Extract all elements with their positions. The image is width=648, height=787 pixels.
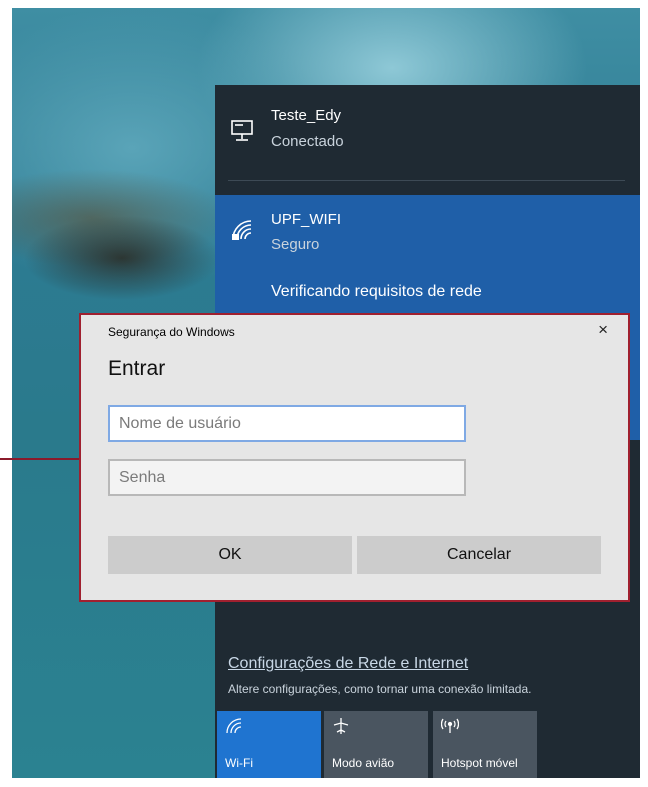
mobile-hotspot-tile[interactable]: Hotspot móvel: [433, 711, 537, 778]
password-input[interactable]: [108, 459, 466, 496]
windows-security-dialog: Segurança do Windows × Entrar OK Cancela…: [79, 313, 630, 602]
tile-label: Hotspot móvel: [441, 756, 518, 770]
ethernet-icon: [229, 118, 255, 144]
network-status: Seguro: [271, 236, 320, 253]
divider: [228, 180, 625, 181]
hotspot-icon: [440, 717, 460, 735]
cancel-button[interactable]: Cancelar: [357, 536, 601, 574]
network-name: UPF_WIFI: [271, 211, 341, 228]
connection-progress-text: Verificando requisitos de rede: [271, 283, 482, 300]
tile-label: Modo avião: [332, 756, 395, 770]
tile-label: Wi-Fi: [225, 756, 253, 770]
dialog-heading: Entrar: [108, 357, 166, 380]
network-status: Conectado: [271, 133, 344, 150]
wifi-toggle-tile[interactable]: Wi-Fi: [217, 711, 321, 778]
username-input[interactable]: [108, 405, 466, 442]
wifi-secure-icon: [229, 217, 255, 243]
network-settings-description: Altere configurações, como tornar uma co…: [228, 682, 532, 696]
callout-line: [0, 458, 82, 460]
dialog-title: Segurança do Windows: [108, 325, 235, 339]
wifi-icon: [225, 717, 243, 735]
network-settings-link[interactable]: Configurações de Rede e Internet: [228, 655, 468, 673]
network-name: Teste_Edy: [271, 107, 342, 124]
network-item-current[interactable]: Teste_Edy Conectado: [215, 85, 640, 193]
ok-button[interactable]: OK: [108, 536, 352, 574]
airplane-mode-tile[interactable]: Modo avião: [324, 711, 428, 778]
close-icon[interactable]: ×: [598, 320, 608, 340]
airplane-icon: [332, 717, 350, 735]
